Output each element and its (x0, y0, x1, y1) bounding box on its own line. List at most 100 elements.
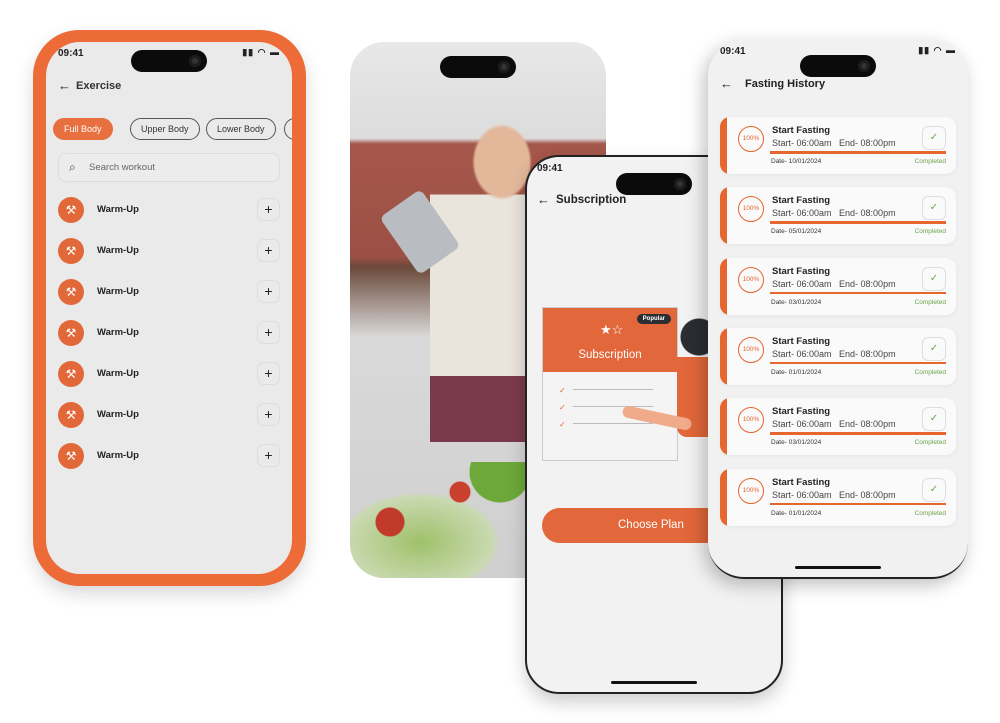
fasting-card[interactable]: 100% Start Fasting Start- 06:00am End- 0… (720, 117, 956, 174)
fasting-times: Start- 06:00am End- 08:00pm (772, 208, 896, 219)
subscription-card: Popular ★☆ Subscription ✓ ✓ ✓ (542, 307, 678, 461)
card-header: Popular ★☆ Subscription (543, 308, 677, 372)
dynamic-island (131, 50, 207, 72)
progress-line (770, 291, 946, 295)
dumbbell-icon: ⚒ (58, 320, 84, 346)
workout-label: Warm-Up (97, 286, 139, 297)
accent-bar (720, 257, 727, 315)
status-completed: Completed (914, 368, 946, 376)
fasting-card[interactable]: 100% Start Fasting Start- 06:00am End- 0… (720, 257, 956, 315)
page-title: Exercise (76, 80, 122, 92)
progress-line (770, 221, 946, 224)
workout-item[interactable]: ⚒ Warm-Up + (58, 443, 280, 469)
progress-line (770, 361, 946, 365)
fasting-date: Date- 05/01/2024 (771, 228, 822, 236)
status-completed: Completed (914, 298, 946, 306)
dumbbell-icon: ⚒ (58, 279, 84, 305)
check-icon[interactable]: ✓ (922, 196, 946, 221)
vegetable-bowl (350, 462, 540, 578)
progress-ring: 100% (738, 407, 764, 434)
progress-line (770, 502, 946, 505)
progress-ring: 100% (738, 477, 764, 504)
status-completed: Completed (914, 439, 946, 447)
status-time: 09:41 (537, 163, 563, 174)
chip-lower-body[interactable]: Lower Body (206, 118, 276, 140)
workout-item[interactable]: ⚒ Warm-Up + (58, 238, 280, 264)
fasting-card[interactable]: 100% Start Fasting Start- 06:00am End- 0… (720, 187, 956, 245)
fasting-date: Date- 10/01/2024 (771, 158, 822, 165)
check-icon[interactable]: ✓ (922, 266, 946, 291)
progress-line (770, 432, 946, 435)
accent-bar (720, 187, 727, 245)
fasting-card[interactable]: 100% Start Fasting Start- 06:00am End- 0… (720, 398, 956, 456)
page-title: Subscription (556, 194, 627, 206)
fasting-title: Start Fasting (772, 335, 831, 347)
fasting-times: Start- 06:00am End- 08:00pm (772, 348, 896, 359)
check-icon[interactable]: ✓ (922, 477, 946, 502)
check-icon[interactable]: ✓ (922, 336, 946, 361)
exercise-phone: 09:41 ▮▮ ◠ ▬ ← Exercise Full Body Upper … (33, 30, 306, 586)
fasting-times: Start- 06:00am End- 08:00pm (772, 419, 896, 430)
fasting-title: Start Fasting (772, 476, 831, 488)
check-icon[interactable]: ✓ (922, 126, 946, 150)
dynamic-island (440, 56, 516, 78)
fasting-times: Start- 06:00am End- 08:00pm (772, 138, 896, 148)
progress-ring: 100% (738, 266, 764, 293)
fasting-date: Date- 03/01/2024 (771, 298, 822, 306)
popular-badge: Popular (636, 314, 671, 324)
workout-item[interactable]: ⚒ Warm-Up + (58, 197, 280, 223)
fasting-date: Date- 01/01/2024 (771, 368, 822, 376)
fasting-times: Start- 06:00am End- 08:00pm (772, 278, 896, 289)
add-button[interactable]: + (257, 403, 280, 426)
chip-upper-body[interactable]: Upper Body (130, 118, 200, 140)
fasting-times: Start- 06:00am End- 08:00pm (772, 489, 896, 500)
back-arrow-icon[interactable]: ← (537, 192, 550, 207)
feature-lines (573, 389, 653, 390)
workout-item[interactable]: ⚒ Warm-Up + (58, 279, 280, 305)
dumbbell-icon: ⚒ (58, 361, 84, 387)
back-arrow-icon[interactable]: ← (720, 76, 733, 91)
accent-bar (720, 468, 727, 526)
fasting-title: Start Fasting (772, 265, 831, 277)
check-icons: ✓ ✓ ✓ (559, 386, 566, 429)
card-title: Subscription (578, 349, 642, 361)
fasting-date: Date- 01/01/2024 (771, 509, 822, 517)
status-time: 09:41 (720, 46, 746, 57)
dynamic-island (800, 55, 876, 77)
chip-full-body[interactable]: Full Body (53, 118, 113, 140)
exercise-screen: 09:41 ▮▮ ◠ ▬ ← Exercise Full Body Upper … (46, 42, 292, 574)
workout-label: Warm-Up (97, 368, 139, 379)
accent-bar (720, 398, 727, 456)
add-button[interactable]: + (257, 280, 280, 303)
add-button[interactable]: + (257, 444, 280, 467)
status-completed: Completed (914, 228, 946, 236)
accent-bar (720, 117, 727, 174)
add-button[interactable]: + (257, 239, 280, 262)
home-indicator (611, 681, 697, 684)
status-time: 09:41 (58, 48, 84, 59)
progress-ring: 100% (738, 126, 764, 152)
add-button[interactable]: + (257, 362, 280, 385)
status-completed: Completed (914, 158, 946, 165)
search-input[interactable]: ⌕ Search workout (58, 153, 280, 182)
workout-item[interactable]: ⚒ Warm-Up + (58, 320, 280, 346)
progress-line (770, 151, 946, 154)
stars-icon: ★☆ (600, 322, 624, 337)
fasting-title: Start Fasting (772, 125, 831, 136)
back-arrow-icon[interactable]: ← (58, 78, 71, 93)
add-button[interactable]: + (257, 321, 280, 344)
add-button[interactable]: + (257, 198, 280, 221)
search-placeholder: Search workout (89, 162, 156, 173)
fasting-card[interactable]: 100% Start Fasting Start- 06:00am End- 0… (720, 468, 956, 526)
workout-item[interactable]: ⚒ Warm-Up + (58, 361, 280, 387)
fasting-card[interactable]: 100% Start Fasting Start- 06:00am End- 0… (720, 327, 956, 385)
search-icon: ⌕ (69, 160, 76, 174)
home-indicator (795, 566, 881, 569)
check-icon[interactable]: ✓ (922, 407, 946, 432)
workout-label: Warm-Up (97, 204, 139, 215)
chip-more[interactable] (284, 118, 292, 140)
workout-label: Warm-Up (97, 409, 139, 420)
workout-item[interactable]: ⚒ Warm-Up + (58, 402, 280, 428)
status-icons: ▮▮ ◠ ▬ (242, 47, 280, 57)
fasting-title: Start Fasting (772, 406, 831, 418)
